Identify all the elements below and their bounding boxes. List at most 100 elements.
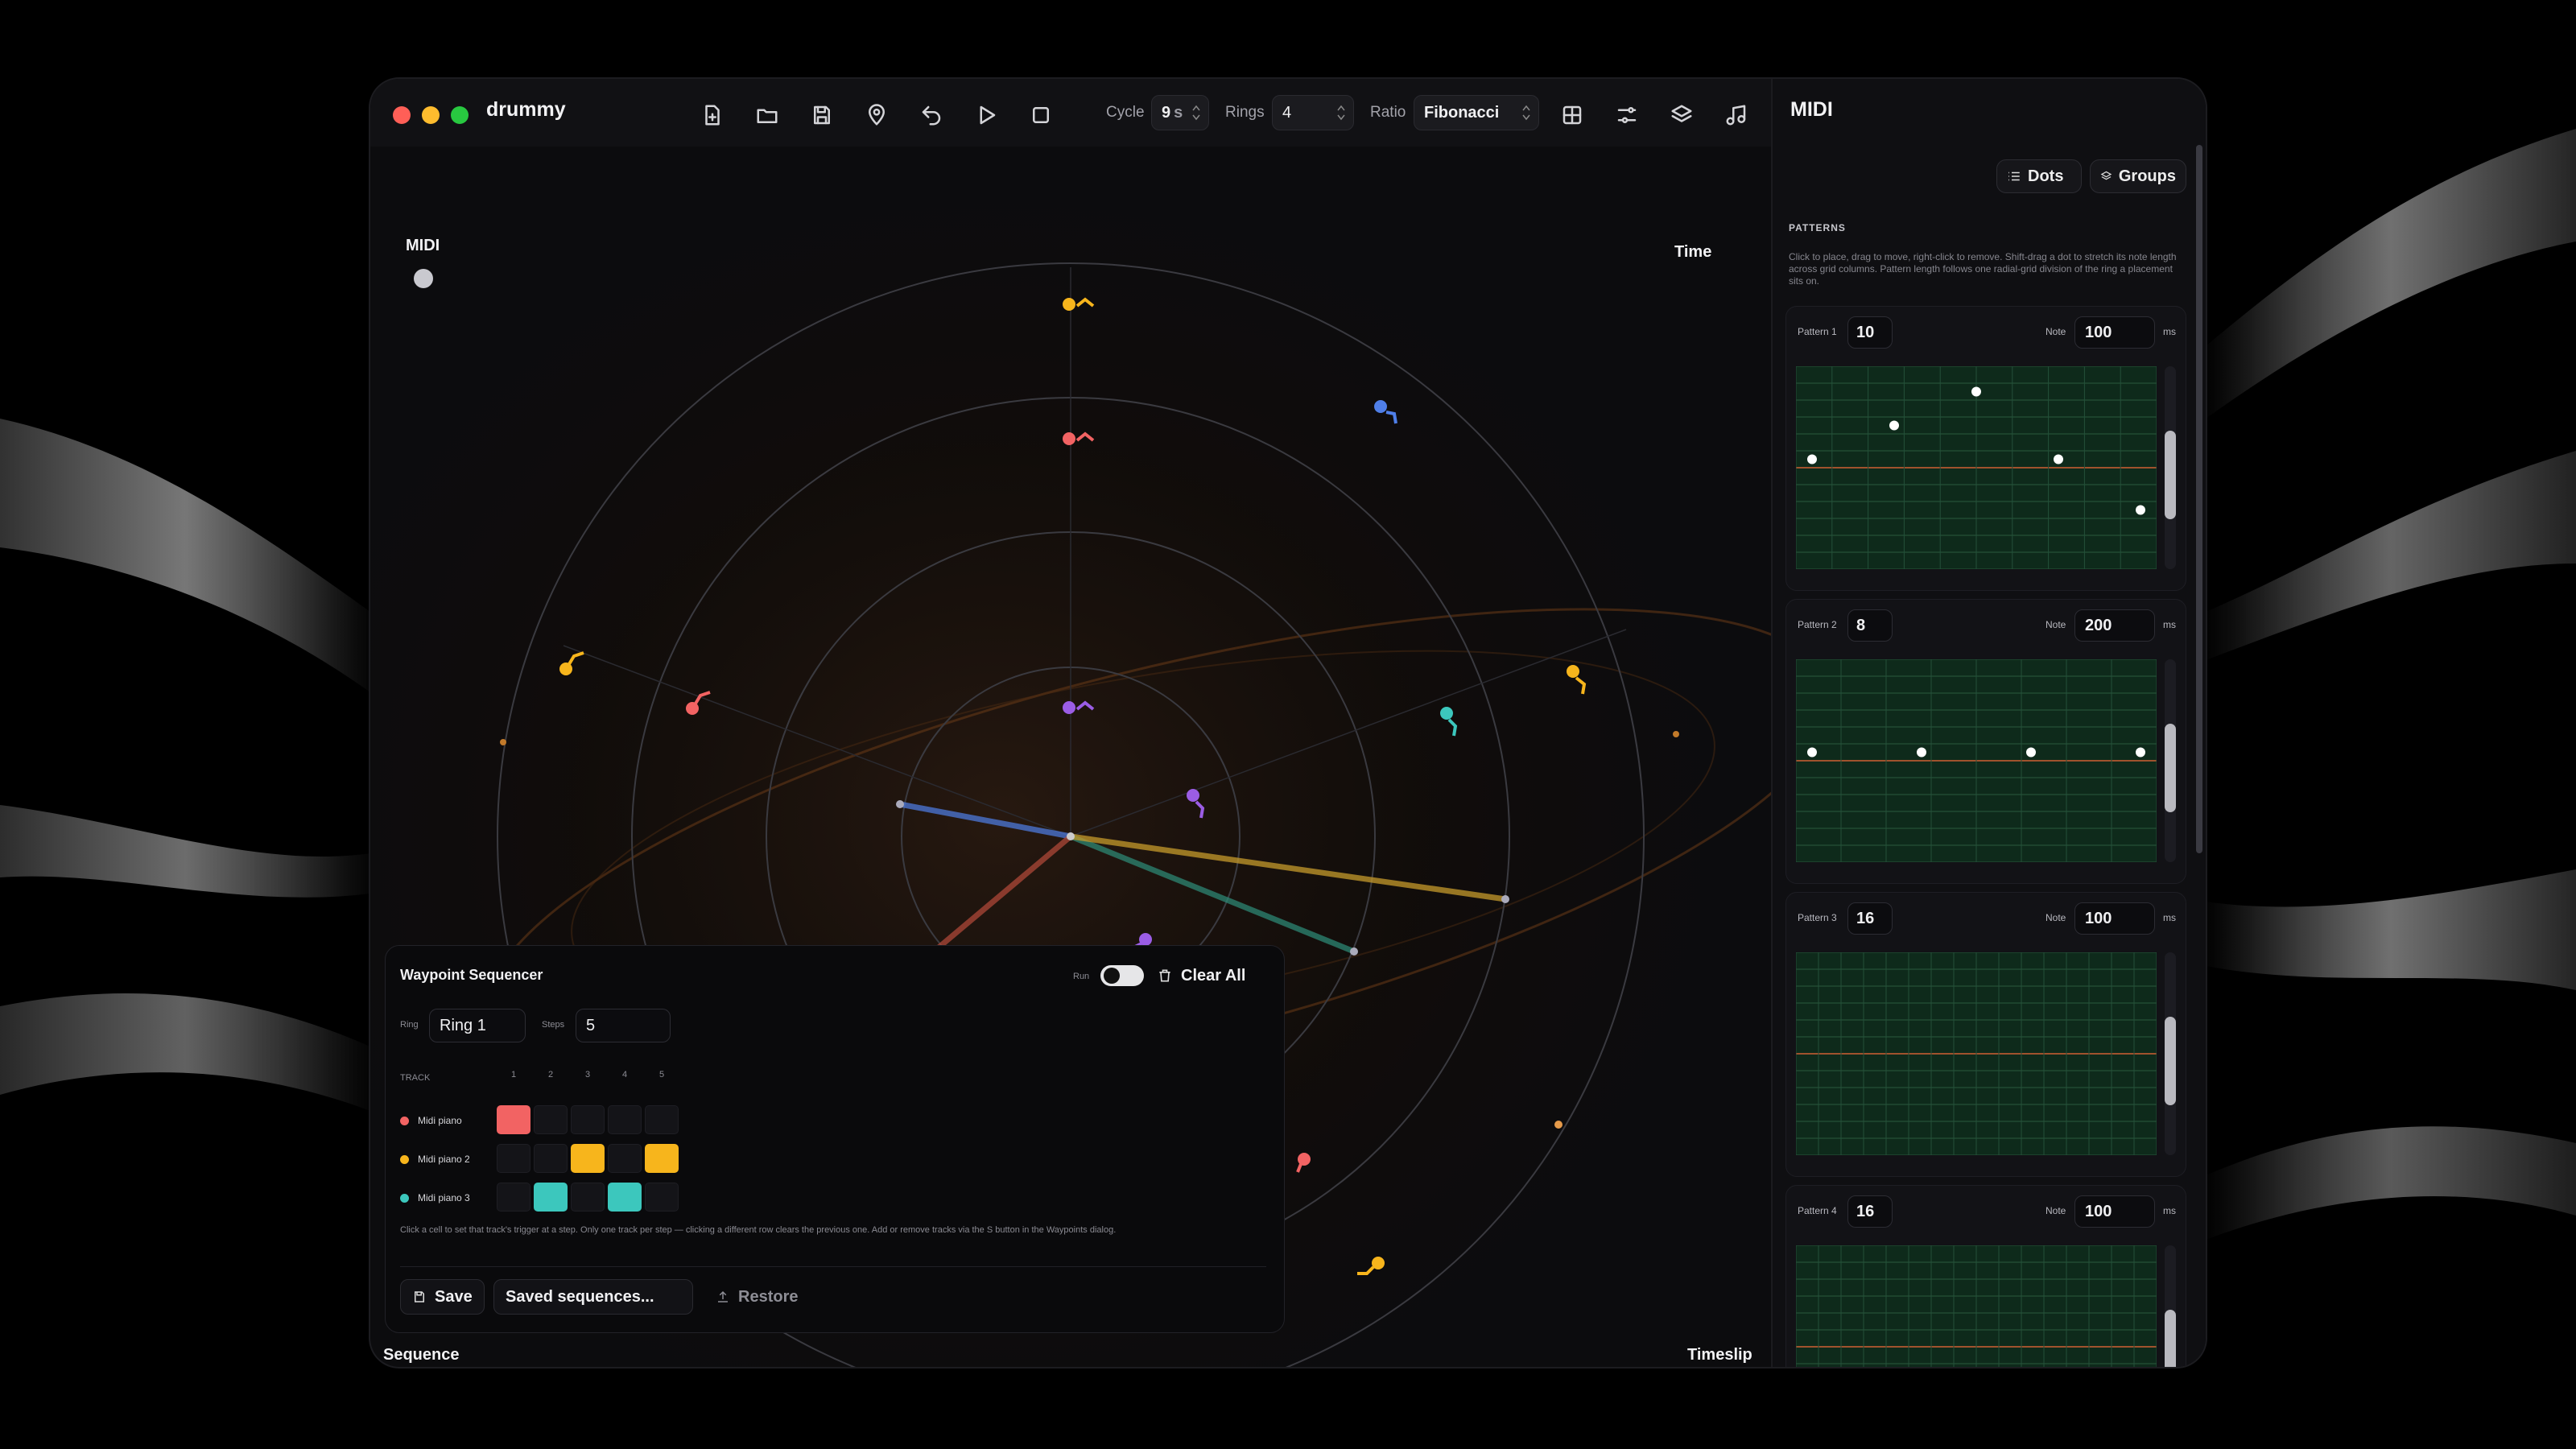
ratio-select[interactable]: Fibonacci <box>1414 95 1539 130</box>
stop-button[interactable] <box>1022 97 1059 134</box>
pattern-length-input[interactable]: 16 <box>1847 1195 1893 1228</box>
pattern-grid[interactable] <box>1796 952 2157 1155</box>
midi-panel-title: MIDI <box>1790 98 1833 121</box>
folder-icon <box>757 109 778 123</box>
title-bar: drummy Cycle 9 s Rings 4 Ratio Fibonacci <box>370 79 1771 147</box>
undo-button[interactable] <box>913 97 950 134</box>
pattern-dot[interactable] <box>2136 747 2145 758</box>
saved-sequences-placeholder: Saved sequences... <box>506 1287 654 1306</box>
hand-tip[interactable] <box>1501 895 1509 903</box>
step-cell[interactable] <box>497 1183 530 1212</box>
pattern-length-input[interactable]: 10 <box>1847 316 1893 349</box>
waypoint-button[interactable] <box>858 97 895 134</box>
step-cell[interactable] <box>608 1105 642 1134</box>
pattern-dot[interactable] <box>1807 747 1817 758</box>
panel-scrollbar[interactable] <box>2196 145 2202 853</box>
pattern-dot[interactable] <box>2136 505 2145 515</box>
step-cell[interactable] <box>571 1183 605 1212</box>
app-title: drummy <box>486 98 566 121</box>
rings-value: 4 <box>1282 103 1292 122</box>
step-cell[interactable] <box>534 1105 568 1134</box>
stepper-icon[interactable] <box>1192 104 1200 122</box>
close-window-button[interactable] <box>393 106 411 124</box>
step-cell[interactable] <box>608 1183 642 1212</box>
pattern-dot[interactable] <box>1889 420 1899 431</box>
pattern-dot[interactable] <box>1971 386 1981 397</box>
track-row: Midi piano 2 <box>400 1144 722 1176</box>
rings-input[interactable]: 4 <box>1272 95 1354 130</box>
hand-tip[interactable] <box>896 800 904 808</box>
note-length-input[interactable]: 100 <box>2074 902 2155 935</box>
saved-sequences-select[interactable]: Saved sequences... <box>493 1279 693 1315</box>
pattern-length-input[interactable]: 16 <box>1847 902 1893 935</box>
patterns-help-text: Click to place, drag to move, right-clic… <box>1789 251 2177 287</box>
steps-input[interactable]: 5 <box>576 1009 671 1042</box>
step-cell[interactable] <box>497 1144 530 1173</box>
layers-button[interactable] <box>1663 97 1700 134</box>
step-cell[interactable] <box>571 1144 605 1173</box>
step-cell[interactable] <box>608 1144 642 1173</box>
hand-tip[interactable] <box>1350 947 1358 956</box>
step-cell[interactable] <box>645 1144 679 1173</box>
orbit-spark <box>500 739 506 745</box>
grid-button[interactable] <box>1554 97 1591 134</box>
minimize-window-button[interactable] <box>422 106 440 124</box>
rings-label: Rings <box>1225 104 1265 121</box>
pattern-grid[interactable] <box>1796 366 2157 569</box>
restore-button[interactable]: Restore <box>704 1279 809 1315</box>
step-cell[interactable] <box>534 1183 568 1212</box>
note-length-input[interactable]: 100 <box>2074 316 2155 349</box>
pattern-dot[interactable] <box>1807 454 1817 464</box>
pattern-scrollbar[interactable] <box>2165 366 2176 569</box>
dots-button[interactable]: Dots <box>1996 159 2082 193</box>
ring-value: Ring 1 <box>440 1017 486 1034</box>
step-cell[interactable] <box>571 1105 605 1134</box>
pattern-dot[interactable] <box>1917 747 1926 758</box>
pattern-length-input[interactable]: 8 <box>1847 609 1893 642</box>
layers-icon <box>2100 171 2112 180</box>
pattern-scrollbar[interactable] <box>2165 659 2176 862</box>
scrollbar-thumb[interactable] <box>2165 1310 2176 1367</box>
note-length-input[interactable]: 100 <box>2074 1195 2155 1228</box>
list-icon <box>2008 171 2020 181</box>
clear-all-button[interactable]: Clear All <box>1157 960 1245 991</box>
track-color-dot <box>400 1117 409 1125</box>
stepper-icon[interactable] <box>1337 104 1345 122</box>
scrollbar-thumb[interactable] <box>2165 431 2176 519</box>
waypoint-sequencer-panel: Waypoint Sequencer Run Clear All Ring Ri… <box>385 945 1285 1333</box>
sequencer-help-text: Click a cell to set that track's trigger… <box>400 1225 1117 1235</box>
pattern-dot[interactable] <box>2054 454 2063 464</box>
step-cell[interactable] <box>645 1105 679 1134</box>
pattern-label: Pattern 3 <box>1798 912 1837 923</box>
settings-button[interactable] <box>1608 97 1645 134</box>
scrollbar-thumb[interactable] <box>2165 1017 2176 1105</box>
pattern-scrollbar[interactable] <box>2165 952 2176 1155</box>
ring-select[interactable]: Ring 1 <box>429 1009 526 1042</box>
step-cell[interactable] <box>497 1105 530 1134</box>
pattern-scrollbar[interactable] <box>2165 1245 2176 1367</box>
pattern-grid[interactable] <box>1796 1245 2157 1367</box>
sequence-label: Sequence <box>383 1346 460 1364</box>
scrollbar-thumb[interactable] <box>2165 724 2176 812</box>
pattern-grid[interactable] <box>1796 659 2157 862</box>
groups-button[interactable]: Groups <box>2090 159 2186 193</box>
midi-label: MIDI <box>406 237 440 254</box>
pattern-dot[interactable] <box>2026 747 2036 758</box>
midi-toggle-button[interactable] <box>1718 97 1755 134</box>
new-file-button[interactable] <box>694 97 731 134</box>
step-cell[interactable] <box>534 1144 568 1173</box>
save-sequence-button[interactable]: Save <box>400 1279 485 1315</box>
dots-label: Dots <box>2028 167 2064 185</box>
radial-stage[interactable]: MIDI Time Waypoint Sequencer Run Clear A… <box>370 147 1771 1367</box>
note-length-input[interactable]: 200 <box>2074 609 2155 642</box>
open-folder-button[interactable] <box>749 97 786 134</box>
save-file-button[interactable] <box>803 97 840 134</box>
save-icon <box>415 1291 424 1302</box>
ms-unit-label: ms <box>2163 619 2176 630</box>
save-label: Save <box>435 1287 473 1306</box>
step-cell[interactable] <box>645 1183 679 1212</box>
cycle-input[interactable]: 9 s <box>1151 95 1209 130</box>
run-toggle[interactable] <box>1100 965 1144 986</box>
play-button[interactable] <box>968 97 1005 134</box>
maximize-window-button[interactable] <box>451 106 469 124</box>
